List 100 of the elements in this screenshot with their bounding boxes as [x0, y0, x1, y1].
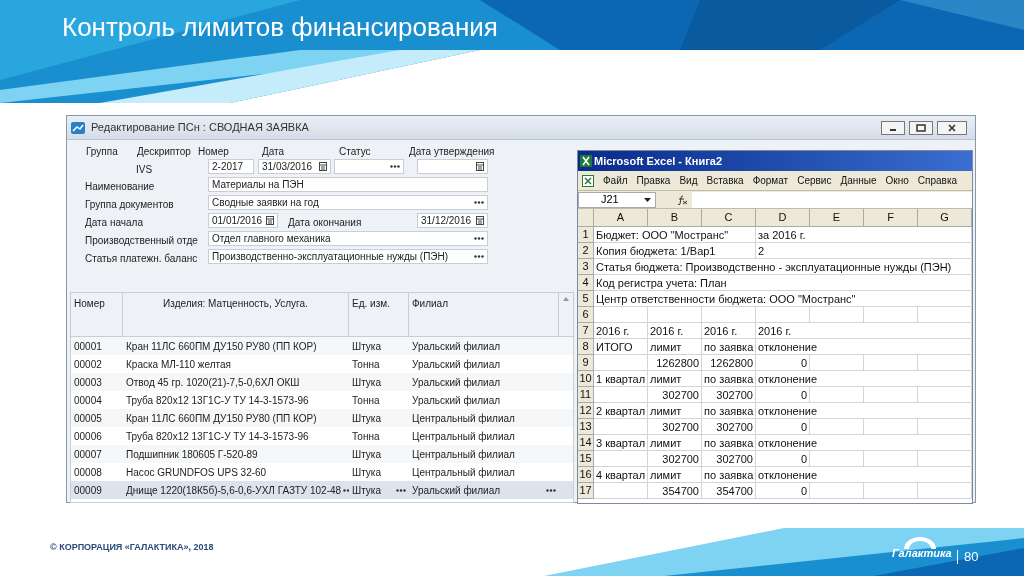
table-cell-text: Уральский филиал — [412, 339, 501, 354]
field-value: 2-2017 — [212, 160, 244, 174]
field-label: Наименование — [85, 180, 155, 194]
spreadsheet-cell: 0 — [756, 419, 810, 435]
minimize-button[interactable] — [881, 120, 905, 135]
picker-field[interactable]: Отдел главного механика — [208, 231, 488, 246]
field-value: Сводные заявки на год — [212, 196, 319, 210]
table-cell-text: Подшипник 180605 Г-520-89 — [126, 447, 258, 462]
field-value: 01/01/2016 — [212, 214, 263, 228]
row-header[interactable]: 7 — [578, 323, 594, 339]
table-row[interactable]: 00003 Отвод 45 гр. 1020(21)-7,5-0,6ХЛ ОКШ Штука Уральский филиал — [71, 373, 573, 391]
table-cell-text: Отвод 45 гр. 1020(21)-7,5-0,6ХЛ ОКШ — [126, 375, 300, 390]
picker-field[interactable]: Производственно-эксплуатационные нужды (ПЭН) — [208, 249, 488, 264]
ellipsis-icon — [390, 165, 400, 168]
field-value: 31/12/2016 — [421, 214, 472, 228]
spreadsheet-cell: Бюджет: ООО "Мостранс" — [594, 227, 756, 243]
row-header[interactable]: 12 — [578, 403, 594, 419]
field-label: Номер — [198, 145, 229, 159]
spreadsheet-cell — [810, 419, 864, 435]
app-icon — [71, 121, 85, 134]
spreadsheet-cell — [702, 307, 756, 323]
row-header[interactable]: 4 — [578, 275, 594, 291]
spreadsheet-cell: 302700 — [648, 451, 702, 467]
spreadsheet-cell: отклонение — [756, 371, 972, 387]
table-cell-text: 00003 — [74, 375, 102, 390]
row-header[interactable]: 11 — [578, 387, 594, 403]
close-button[interactable] — [937, 120, 967, 135]
function-icon — [676, 194, 688, 205]
page-number: 80 — [964, 548, 979, 566]
row-header[interactable]: 3 — [578, 259, 594, 275]
row-header[interactable]: 2 — [578, 243, 594, 259]
table-row[interactable]: 00009 Днище 1220(18К5б)-5,6-0,6-УХЛ ГАЗТУ 102-48 Штука Уральский филиал — [71, 481, 573, 499]
spreadsheet-cell: отклонение — [756, 467, 972, 483]
column-header[interactable]: Филиал — [409, 293, 559, 336]
spreadsheet-cell: 4 квартал — [594, 467, 648, 483]
menu-item[interactable]: Формат — [752, 173, 789, 188]
table-cell-text: 00008 — [74, 465, 102, 480]
ellipsis-icon — [474, 201, 484, 204]
number-field[interactable]: 2-2017 — [208, 159, 254, 174]
spreadsheet-cell — [864, 355, 918, 371]
column-header[interactable]: Номер — [71, 293, 123, 336]
column-header[interactable]: Изделия: Матценность, Услуга. — [123, 293, 349, 336]
row-header[interactable]: 10 — [578, 371, 594, 387]
spreadsheet-cell: Центр ответственности бюджета: ООО "Мостранс" — [594, 291, 972, 307]
text-field[interactable]: Материалы на ПЭН — [208, 177, 488, 192]
table-row[interactable]: 00001 Кран 11ЛС 660ПМ ДУ150 РУ80 (ПП КОР) Штука Уральский филиал — [71, 337, 573, 355]
date-field[interactable]: 31/12/2016 — [417, 213, 488, 228]
table-cell-text: Краска МЛ-110 желтая — [126, 357, 232, 372]
spreadsheet-cell: 0 — [756, 355, 810, 371]
field-value: Производственно-эксплуатационные нужды (ПЭН) — [212, 250, 449, 264]
menu-item[interactable]: Вид — [679, 173, 698, 188]
name-box[interactable]: J21 — [578, 191, 656, 208]
field-value: Отдел главного механика — [212, 232, 331, 246]
menu-item[interactable]: Правка — [636, 173, 671, 188]
spreadsheet-cell — [756, 307, 810, 323]
menu-item[interactable]: Окно — [885, 173, 909, 188]
row-header[interactable]: 6 — [578, 307, 594, 323]
dropdown-icon — [644, 197, 651, 202]
menu-item[interactable]: Вставка — [706, 173, 744, 188]
date-field[interactable]: 01/01/2016 — [208, 213, 278, 228]
table-row[interactable]: 00005 Кран 11ЛС 660ПМ ДУ150 РУ80 (ПП КОР) Штука Центральный филиал — [71, 409, 573, 427]
spreadsheet-cell: 302700 — [648, 419, 702, 435]
formula-field[interactable] — [692, 191, 972, 208]
table-row[interactable]: 00007 Подшипник 180605 Г-520-89 Штука Центральный филиал — [71, 445, 573, 463]
row-header[interactable]: 13 — [578, 419, 594, 435]
table-cell-text: Тонна — [352, 357, 380, 372]
row-header[interactable]: 5 — [578, 291, 594, 307]
descriptor-value: IVS — [136, 163, 153, 177]
picker-field[interactable]: Сводные заявки на год — [208, 195, 488, 210]
row-header[interactable]: 1 — [578, 227, 594, 243]
maximize-button[interactable] — [909, 120, 933, 135]
spreadsheet-cell: 1262800 — [648, 355, 702, 371]
row-header[interactable]: 14 — [578, 435, 594, 451]
field-label: Дескриптор — [137, 145, 191, 159]
spreadsheet-cell — [810, 307, 864, 323]
approval-date-field[interactable] — [417, 159, 488, 174]
spreadsheet-cell: 2016 г. — [594, 323, 648, 339]
field-value: Материалы на ПЭН — [212, 178, 304, 192]
field-label: Дата — [262, 145, 285, 159]
spreadsheet-cell — [594, 483, 648, 499]
row-header[interactable]: 15 — [578, 451, 594, 467]
row-header[interactable]: 8 — [578, 339, 594, 355]
menu-item[interactable]: Данные — [840, 173, 877, 188]
calendar-icon — [266, 216, 274, 225]
field-label: Дата утверждения — [409, 145, 495, 159]
column-header[interactable]: Ед. изм. — [349, 293, 409, 336]
menu-item[interactable]: Файл — [603, 173, 628, 188]
workbook-icon — [582, 174, 594, 187]
spreadsheet-cell: отклонение — [756, 435, 972, 451]
spreadsheet-cell — [810, 355, 864, 371]
status-field[interactable] — [334, 159, 404, 174]
ellipsis-icon — [474, 255, 484, 258]
menu-item[interactable]: Справка — [917, 173, 958, 188]
row-header[interactable]: 16 — [578, 467, 594, 483]
table-cell-text: Центральный филиал — [412, 447, 515, 462]
row-header[interactable]: 17 — [578, 483, 594, 499]
menu-item[interactable]: Сервис — [797, 173, 832, 188]
date-field[interactable]: 31/03/2016 — [258, 159, 331, 174]
row-header[interactable]: 9 — [578, 355, 594, 371]
table-cell-text: Центральный филиал — [412, 465, 515, 480]
